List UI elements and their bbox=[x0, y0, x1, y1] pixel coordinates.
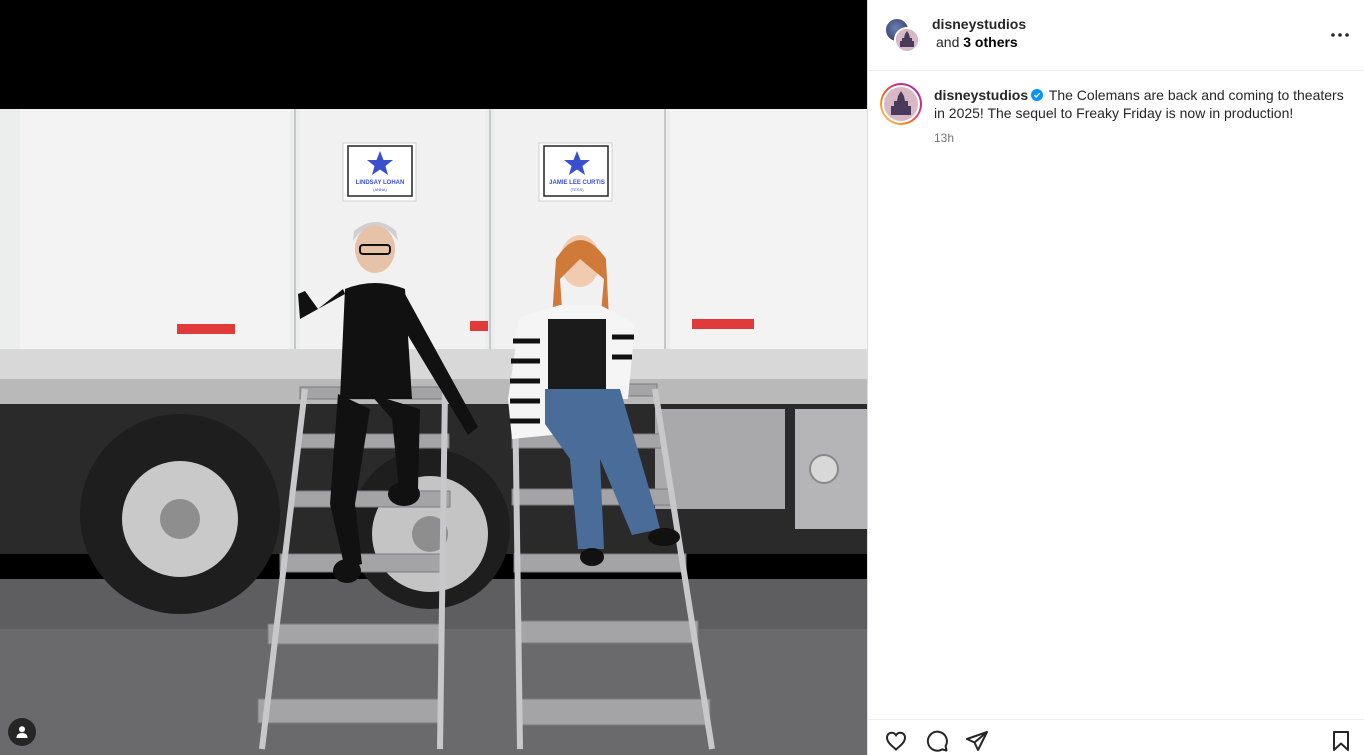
comment-icon bbox=[926, 730, 948, 752]
sign-left-role: (ANNA) bbox=[373, 187, 387, 192]
heart-icon bbox=[885, 731, 907, 751]
verified-badge-icon bbox=[1031, 89, 1044, 101]
sign-right-name: JAMIE LEE CURTIS bbox=[549, 180, 605, 186]
collab-avatars[interactable] bbox=[884, 17, 920, 53]
caption-username[interactable]: disneystudios bbox=[934, 87, 1028, 103]
action-bar bbox=[868, 719, 1364, 755]
collab-others-link[interactable]: 3 others bbox=[963, 34, 1017, 50]
post-header: disneystudios and 3 others bbox=[868, 0, 1364, 71]
sign-right-role: (TESS) bbox=[570, 187, 584, 192]
user-tags-button[interactable] bbox=[8, 718, 36, 746]
more-options-button[interactable] bbox=[1329, 24, 1351, 46]
avatar bbox=[884, 87, 918, 121]
post-timestamp[interactable]: 13h bbox=[934, 131, 954, 145]
collab-and-label: and bbox=[936, 34, 960, 50]
author-username[interactable]: disneystudios bbox=[932, 15, 1026, 33]
user-tag-icon bbox=[16, 726, 28, 738]
post-media: LINDSAY LOHAN (ANNA) JAMIE LEE CURTIS (T… bbox=[0, 0, 867, 755]
caption-avatar[interactable] bbox=[880, 83, 922, 125]
send-icon bbox=[966, 731, 988, 751]
sign-left-name: LINDSAY LOHAN bbox=[356, 180, 405, 186]
comment-button[interactable] bbox=[924, 728, 950, 754]
post-photo[interactable]: LINDSAY LOHAN (ANNA) JAMIE LEE CURTIS (T… bbox=[0, 109, 867, 755]
caption-text-block: disneystudios The Colemans are back and … bbox=[934, 86, 1344, 122]
more-options-icon bbox=[1331, 33, 1349, 37]
like-button[interactable] bbox=[883, 728, 909, 754]
save-button[interactable] bbox=[1328, 728, 1354, 754]
avatar bbox=[894, 27, 920, 53]
post-sidebar: disneystudios and 3 others disneystudios… bbox=[867, 0, 1364, 755]
share-button[interactable] bbox=[964, 728, 990, 754]
bookmark-icon bbox=[1333, 731, 1349, 751]
